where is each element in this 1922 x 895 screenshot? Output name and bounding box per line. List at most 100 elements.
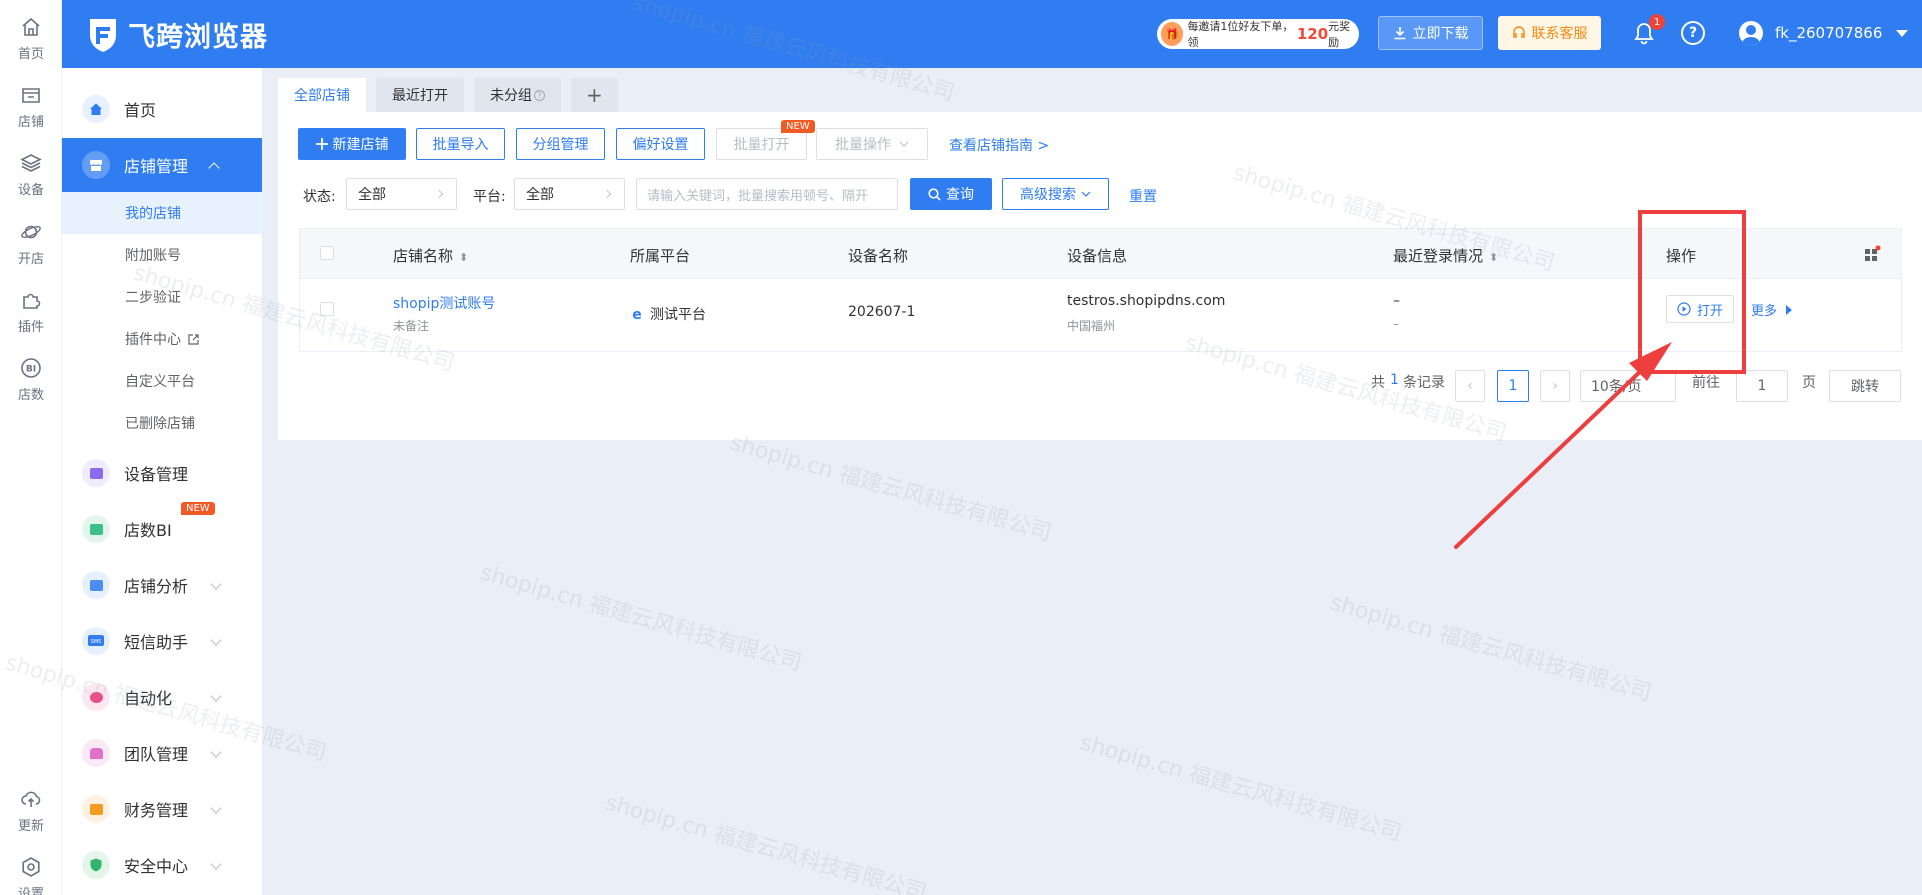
search-input[interactable]: 请输入关键词，批量搜索用顿号、隔开 [636, 178, 898, 210]
button-label: 批量打开 [733, 137, 790, 153]
rail-item-settings[interactable]: 设置 [0, 856, 62, 895]
rail-item-plugin[interactable]: 插件 [0, 289, 62, 349]
page-size-select[interactable]: 10条/页 [1580, 370, 1676, 402]
status-select[interactable]: 全部 [346, 178, 457, 210]
svg-text:e: e [632, 307, 642, 321]
contact-service-button[interactable]: 联系客服 [1498, 16, 1601, 50]
sidebar-subitem-label: 插件中心 [125, 332, 181, 348]
sidebar-subitem-label: 二步验证 [125, 290, 181, 306]
robot-icon [82, 683, 110, 711]
rail-item-open-store[interactable]: 开店 [0, 221, 62, 281]
new-store-button[interactable]: 新建店铺 [298, 128, 406, 160]
cloud-upload-icon [21, 791, 41, 807]
total-suffix: 条记录 [1403, 375, 1445, 391]
advanced-search-button[interactable]: 高级搜索 [1002, 178, 1109, 210]
prev-page-button[interactable]: ‹ [1455, 370, 1485, 402]
rail-item-home[interactable]: 首页 [0, 16, 62, 76]
sidebar-subitem-my-stores[interactable]: 我的店铺 [62, 192, 262, 234]
device-name: 202607-1 [848, 304, 916, 320]
sidebar-item-finance-management[interactable]: 财务管理 [62, 782, 262, 836]
sidebar-item-device-management[interactable]: 设备管理 [62, 446, 262, 500]
platform-select[interactable]: 全部 [514, 178, 625, 210]
reset-link[interactable]: 重置 [1129, 186, 1157, 206]
column-header: 设备名称 [848, 247, 909, 265]
row-checkbox[interactable] [320, 302, 334, 316]
more-label: 更多 [1751, 304, 1778, 319]
chevron-up-icon [208, 162, 220, 174]
chevron-down-icon [899, 141, 909, 147]
chevron-down-icon [210, 858, 222, 870]
download-label: 立即下载 [1412, 26, 1469, 42]
new-badge: NEW [181, 502, 215, 515]
gear-icon [22, 857, 40, 877]
tab-add-button[interactable]: + [571, 78, 618, 112]
user-menu[interactable]: fk_260707866 [1739, 18, 1909, 48]
select-all-checkbox[interactable] [320, 246, 334, 260]
rail-item-device[interactable]: 设备 [0, 152, 62, 212]
watermark-text: shopip.cn 福建云风科技有限公司 [1327, 590, 1655, 707]
column-settings-icon[interactable] [1863, 245, 1881, 263]
batch-operations-dropdown[interactable]: 批量操作 [816, 128, 928, 160]
sidebar-subitem-custom-platform[interactable]: 自定义平台 [62, 360, 262, 402]
goto-label: 前往 [1692, 375, 1720, 391]
next-page-button[interactable]: › [1540, 370, 1570, 402]
sidebar-item-store-analysis[interactable]: 店铺分析 [62, 558, 262, 612]
rail-item-bi[interactable]: BI 店数 [0, 357, 62, 417]
page-number[interactable]: 1 [1497, 370, 1529, 402]
tab-recent[interactable]: 最近打开 [376, 78, 464, 112]
help-icon[interactable]: ? [1681, 21, 1705, 45]
sidebar-item-automation[interactable]: 自动化 [62, 670, 262, 724]
invite-banner[interactable]: 🎁 每邀请1位好友下单，领 120 元奖励 [1157, 19, 1359, 49]
search-icon [928, 187, 941, 201]
tab-label: 全部店铺 [294, 88, 350, 104]
username: fk_260707866 [1775, 24, 1883, 42]
goto-page-input[interactable]: 1 [1736, 370, 1788, 402]
service-label: 联系客服 [1531, 26, 1588, 42]
column-header[interactable]: 最近登录情况 ⬍ [1393, 245, 1498, 266]
sidebar-subitem-plugin-center[interactable]: 插件中心 [62, 318, 262, 360]
download-icon [1394, 27, 1405, 40]
watermark-text: shopip.cn 福建云风科技有限公司 [602, 790, 930, 895]
button-label: 高级搜索 [1020, 187, 1076, 203]
page-unit: 页 [1802, 375, 1816, 391]
chevron-down-icon [1081, 191, 1091, 197]
sort-icon[interactable]: ⬍ [1489, 251, 1498, 264]
app-logo[interactable]: 飞跨浏览器 [86, 14, 268, 54]
sidebar-item-label: 设备管理 [124, 465, 189, 484]
store-name-link[interactable]: shopip测试账号 [393, 293, 495, 313]
rail-label: 插件 [17, 320, 44, 335]
sidebar-item-store-bi[interactable]: 店数BI [62, 502, 262, 556]
button-label: 批量导入 [432, 137, 489, 153]
button-label: 偏好设置 [632, 137, 689, 153]
tab-ungrouped[interactable]: 未分组? [474, 78, 561, 112]
column-header[interactable]: 店铺名称 ⬍ [393, 245, 468, 266]
sms-icon-text: SMS [91, 639, 102, 645]
chevron-down-icon [210, 690, 222, 702]
sidebar-subitem-deleted-stores[interactable]: 已删除店铺 [62, 402, 262, 444]
caret-down-icon [1896, 29, 1909, 37]
plus-icon [315, 138, 328, 150]
sidebar-subitem-2fa[interactable]: 二步验证 [62, 276, 262, 318]
tab-all-stores[interactable]: 全部店铺 [278, 78, 366, 112]
group-manage-button[interactable]: 分组管理 [516, 128, 605, 160]
jump-button[interactable]: 跳转 [1829, 370, 1901, 402]
sidebar-subitem-label: 附加账号 [125, 248, 181, 264]
headset-icon [1512, 26, 1525, 38]
sidebar-item-home[interactable]: 首页 [62, 82, 262, 136]
batch-import-button[interactable]: 批量导入 [416, 128, 505, 160]
gift-avatar-icon: 🎁 [1161, 22, 1184, 46]
sidebar-item-security-center[interactable]: 安全中心 [62, 838, 262, 892]
sidebar-item-sms-assistant[interactable]: SMS 短信助手 [62, 614, 262, 668]
preferences-button[interactable]: 偏好设置 [616, 128, 705, 160]
sidebar-subitem-extra-accounts[interactable]: 附加账号 [62, 234, 262, 276]
sort-icon[interactable]: ⬍ [459, 251, 468, 264]
rail-item-store[interactable]: 店铺 [0, 84, 62, 144]
rail-item-update[interactable]: 更新 [0, 788, 62, 848]
more-actions-link[interactable]: 更多 [1751, 300, 1793, 319]
store-guide-link[interactable]: 查看店铺指南 > [949, 135, 1049, 155]
download-button[interactable]: 立即下载 [1378, 16, 1483, 50]
sidebar-item-store-management[interactable]: 店铺管理 [62, 138, 262, 192]
query-button[interactable]: 查询 [910, 178, 992, 210]
sidebar-item-team-management[interactable]: 团队管理 [62, 726, 262, 780]
button-label: 查询 [946, 187, 974, 203]
